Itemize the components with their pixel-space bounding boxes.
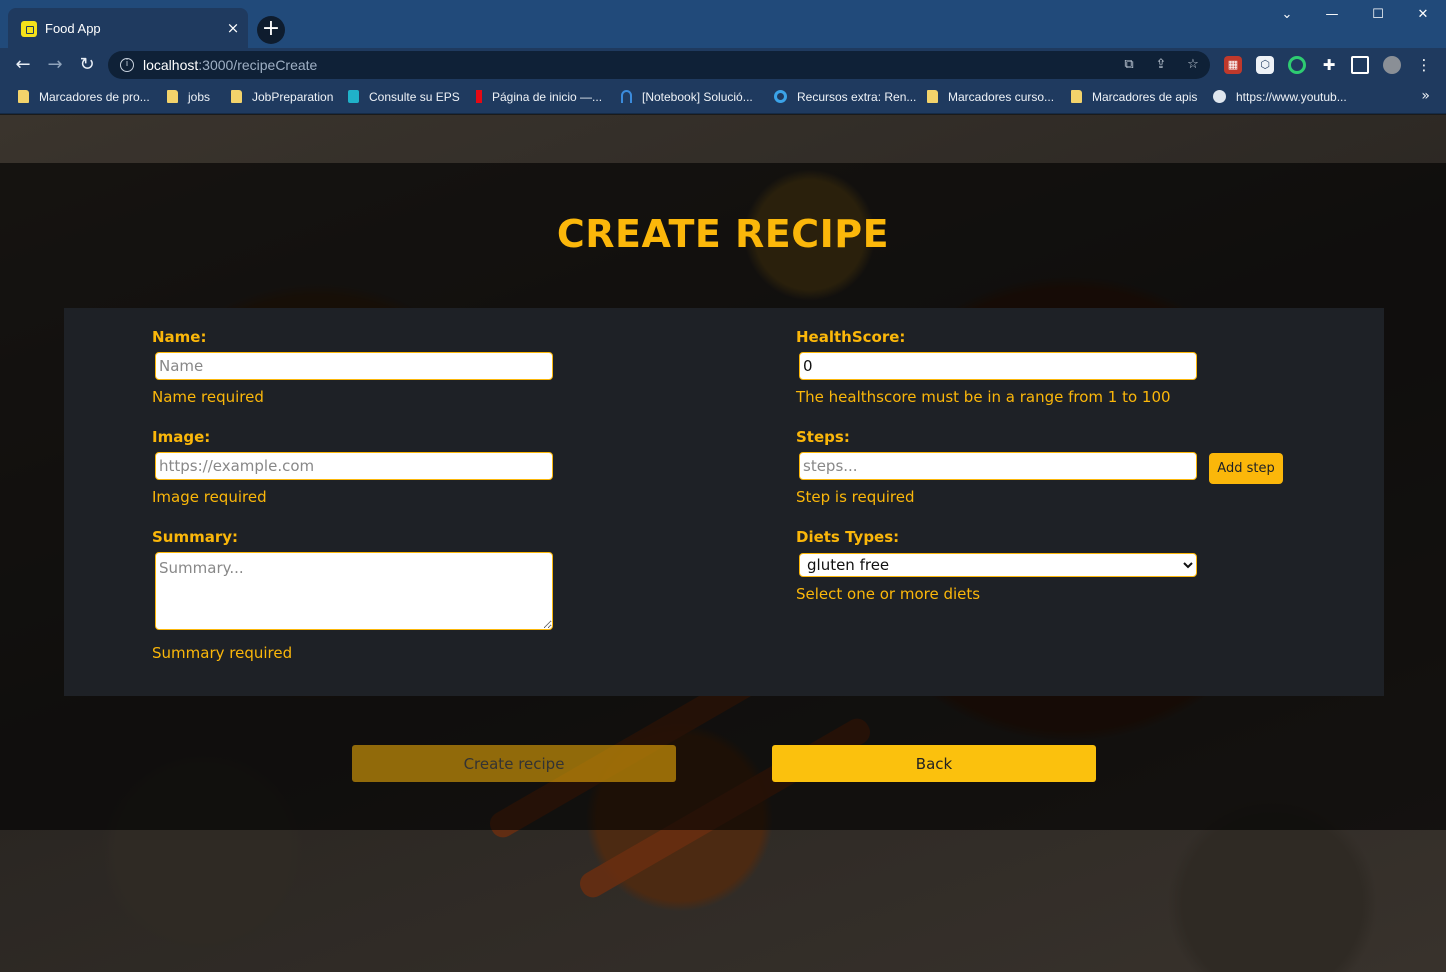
steps-label: Steps: <box>796 428 850 446</box>
globe-icon <box>1213 90 1226 103</box>
bookmark-star-icon[interactable]: ☆ <box>1184 56 1202 74</box>
bookmark-item[interactable]: https://www.youtub... <box>1213 90 1347 108</box>
bookmark-label: Marcadores curso... <box>948 90 1055 104</box>
bookmark-item[interactable]: Marcadores de pro... <box>18 90 150 108</box>
forward-arrow-icon[interactable]: → <box>42 52 68 78</box>
bookmark-label: https://www.youtub... <box>1236 90 1347 104</box>
tab-title: Food App <box>45 21 101 36</box>
image-error: Image required <box>152 488 267 506</box>
minimize-button[interactable]: — <box>1309 4 1355 28</box>
bookmark-item[interactable]: Página de inicio —... <box>476 90 602 108</box>
bookmark-item[interactable]: jobs <box>167 90 210 108</box>
bookmark-label: [Notebook] Solució... <box>642 90 753 104</box>
folder-icon <box>1071 90 1082 103</box>
page-background: CREATE RECIPE Name: Name required Image:… <box>0 115 1446 972</box>
bookmark-label: Marcadores de pro... <box>39 90 150 104</box>
more-bookmarks-icon[interactable]: » <box>1421 88 1430 104</box>
netflix-icon <box>476 90 482 103</box>
bookmark-item[interactable]: JobPreparation <box>231 90 333 108</box>
diets-select[interactable]: gluten free <box>799 553 1197 577</box>
browser-tab[interactable]: Food App × <box>8 8 248 48</box>
healthscore-label: HealthScore: <box>796 328 906 346</box>
tab-search-icon[interactable]: ⌄ <box>1264 4 1310 28</box>
folder-icon <box>927 90 938 103</box>
steps-input[interactable] <box>799 452 1197 480</box>
name-label: Name: <box>152 328 207 346</box>
summary-label: Summary: <box>152 528 239 546</box>
notebook-a-icon <box>621 90 632 103</box>
back-button[interactable]: Back <box>772 745 1096 782</box>
folder-icon <box>18 90 29 103</box>
browser-titlebar: Food App × + ⌄ — ☐ ✕ <box>0 0 1446 48</box>
extension-ring-icon[interactable] <box>1288 56 1306 74</box>
page-title: CREATE RECIPE <box>556 212 890 256</box>
extensions-puzzle-icon[interactable]: ✚ <box>1320 56 1338 74</box>
create-recipe-button[interactable]: Create recipe <box>352 745 676 782</box>
menu-kebab-icon[interactable]: ⋮ <box>1415 56 1433 74</box>
profile-avatar[interactable] <box>1383 56 1401 74</box>
bookmarks-bar: Marcadores de pro... jobs JobPreparation… <box>0 82 1446 114</box>
new-tab-button[interactable]: + <box>257 16 285 44</box>
bookmark-label: Marcadores de apis <box>1092 90 1198 104</box>
bookmark-label: jobs <box>188 90 211 104</box>
address-bar[interactable]: i localhost:3000/recipeCreate ⧉ ⇪ ☆ <box>108 51 1210 79</box>
url-path: :3000/recipeCreate <box>198 57 318 73</box>
site-info-icon[interactable]: i <box>120 58 134 72</box>
bookmark-label: JobPreparation <box>252 90 334 104</box>
url-text: localhost:3000/recipeCreate <box>143 57 317 73</box>
extension-hex-icon[interactable]: ⬡ <box>1256 56 1274 74</box>
name-error: Name required <box>152 388 264 406</box>
share-icon[interactable]: ⇪ <box>1152 56 1170 74</box>
diets-hint: Select one or more diets <box>796 585 981 603</box>
diets-label: Diets Types: <box>796 528 900 546</box>
image-label: Image: <box>152 428 211 446</box>
add-step-button[interactable]: Add step <box>1209 453 1283 484</box>
eps-cross-icon <box>348 90 359 103</box>
bookmark-item[interactable]: Marcadores curso... <box>927 90 1054 108</box>
steps-error: Step is required <box>796 488 915 506</box>
summary-error: Summary required <box>152 644 293 662</box>
name-input[interactable] <box>155 352 553 380</box>
image-url-input[interactable] <box>155 452 553 480</box>
bookmark-label: Consulte su EPS <box>369 90 460 104</box>
browser-toolbar: ← → ↻ i localhost:3000/recipeCreate ⧉ ⇪ … <box>0 48 1446 82</box>
folder-icon <box>167 90 178 103</box>
bookmark-item[interactable]: [Notebook] Solució... <box>621 90 753 108</box>
bookmark-item[interactable]: Marcadores de apis <box>1071 90 1197 108</box>
back-arrow-icon[interactable]: ← <box>10 52 36 78</box>
bookmark-item[interactable]: Recursos extra: Ren... <box>774 90 916 108</box>
url-host: localhost <box>143 57 199 73</box>
bookmark-label: Página de inicio —... <box>492 90 603 104</box>
folder-icon <box>231 90 242 103</box>
bookmark-item[interactable]: Consulte su EPS <box>348 90 460 108</box>
healthscore-error: The healthscore must be in a range from … <box>796 388 1171 406</box>
maximize-button[interactable]: ☐ <box>1355 4 1401 28</box>
reload-icon[interactable]: ↻ <box>74 52 100 78</box>
sidebar-toggle-icon[interactable] <box>1351 56 1369 74</box>
close-window-button[interactable]: ✕ <box>1400 4 1446 28</box>
recipe-form: Name: Name required Image: Image require… <box>64 308 1384 696</box>
circle-logo-icon <box>774 90 787 103</box>
summary-textarea[interactable] <box>155 552 553 630</box>
extension-red-icon[interactable]: ▦ <box>1224 56 1242 74</box>
app-favicon-icon <box>21 21 37 37</box>
translate-icon[interactable]: ⧉ <box>1120 56 1138 74</box>
healthscore-input[interactable] <box>799 352 1197 380</box>
close-tab-icon[interactable]: × <box>226 18 240 38</box>
bookmark-label: Recursos extra: Ren... <box>797 90 917 104</box>
